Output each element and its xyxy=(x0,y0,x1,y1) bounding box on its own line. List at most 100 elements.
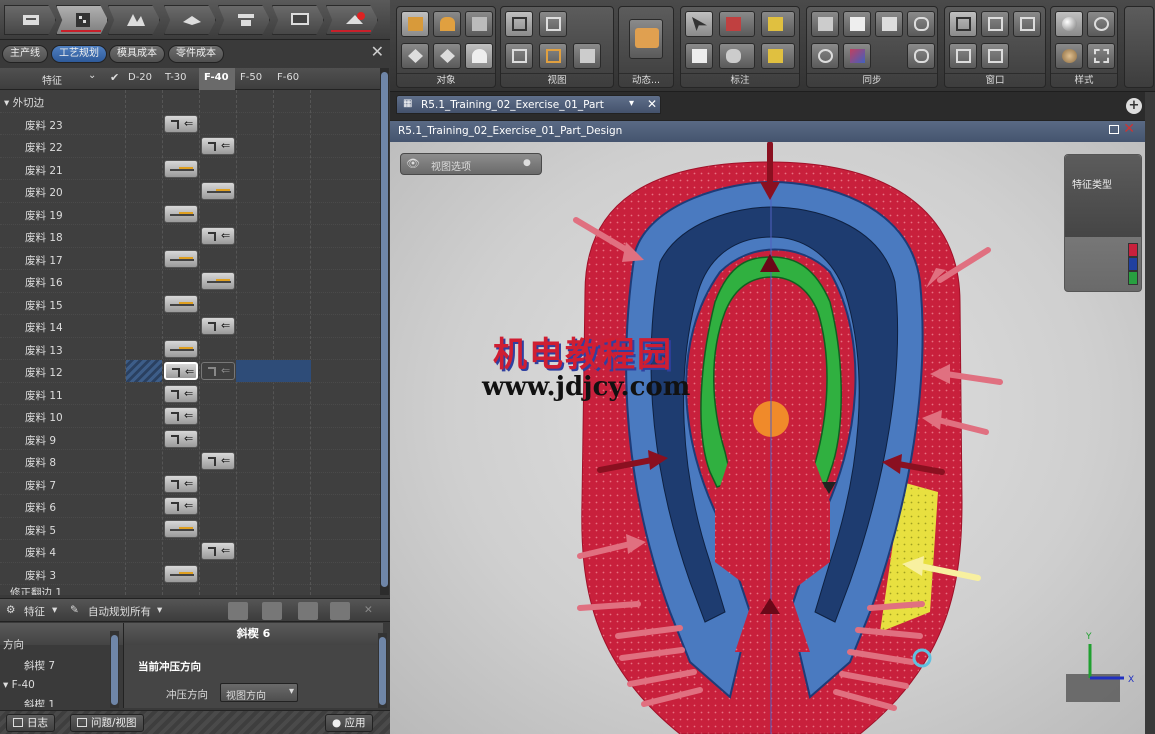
layout-icon[interactable] xyxy=(298,602,318,620)
table-row[interactable]: 废料 10 ⇐ xyxy=(0,405,380,428)
press-direction-select[interactable]: 视图方向 ▾ xyxy=(220,683,298,702)
list-item[interactable]: ▾ F-40 xyxy=(3,679,35,691)
close-icon[interactable]: ✕ xyxy=(647,97,657,111)
sync-color-button[interactable] xyxy=(843,43,871,69)
chevron-down-icon[interactable]: ▾ xyxy=(629,98,634,109)
tab-part-cost[interactable]: 零件成本 xyxy=(168,45,224,63)
flange-step-icon[interactable]: ⇐ xyxy=(164,362,198,380)
view-tree-button[interactable] xyxy=(505,11,533,37)
view-options-bar[interactable]: 👁 视图选项 ● xyxy=(400,153,542,175)
document-tab[interactable]: ▦ R5.1_Training_02_Exercise_01_Part ▾ ✕ xyxy=(396,95,661,114)
table-row[interactable]: 废料 8 ⇐ xyxy=(0,450,380,473)
window-hsplit-button[interactable] xyxy=(949,43,977,69)
direction-scrollbar[interactable] xyxy=(110,631,119,708)
table-row[interactable]: 废料 6 ⇐ xyxy=(0,495,380,518)
flange-step-ghost-icon[interactable]: ⇐ xyxy=(201,362,235,380)
annotate-number-button[interactable] xyxy=(719,43,755,69)
right-dock-bar[interactable] xyxy=(1145,92,1155,734)
table-row[interactable]: 废料 17 xyxy=(0,248,380,270)
col-f60[interactable]: F-60 xyxy=(277,72,299,83)
flange-step-icon[interactable]: ⇐ xyxy=(164,407,198,425)
col-d20[interactable]: D-20 xyxy=(128,72,152,83)
annotate-measure-button[interactable] xyxy=(719,11,755,37)
sync-camera-button[interactable] xyxy=(811,11,839,37)
tab-die-cost[interactable]: 模具成本 xyxy=(109,45,165,63)
view-fit-button[interactable] xyxy=(539,11,567,37)
log-button[interactable]: 日志 xyxy=(6,714,55,732)
col-f40[interactable]: F-40 xyxy=(204,72,229,83)
table-row[interactable]: 废料 4 ⇐ xyxy=(0,540,380,563)
object-die-button[interactable] xyxy=(433,11,461,37)
tab-process-plan[interactable]: 工艺规划 xyxy=(51,45,107,63)
part-nav-button[interactable] xyxy=(4,5,56,35)
window-split-button[interactable] xyxy=(981,11,1009,37)
trim-step-icon[interactable] xyxy=(164,249,198,268)
tab-main-line[interactable]: 主产线 xyxy=(2,45,48,63)
sync-unlink-button[interactable] xyxy=(907,43,935,69)
table-row[interactable]: 废料 20 xyxy=(0,180,380,203)
object-binder-button[interactable] xyxy=(465,11,493,37)
list-item[interactable]: 斜楔 1 xyxy=(24,697,55,707)
ribbon-overflow[interactable] xyxy=(1124,6,1154,88)
window-quad-button[interactable] xyxy=(981,43,1009,69)
trim-step-icon[interactable] xyxy=(164,204,198,223)
window-single-button[interactable] xyxy=(949,11,977,37)
press-nav-button[interactable] xyxy=(218,5,270,35)
apply-button[interactable]: ● 应用 xyxy=(325,714,373,732)
table-row[interactable]: 废料 21 xyxy=(0,158,380,180)
flange-step-icon[interactable]: ⇐ xyxy=(201,542,235,560)
object-part-button[interactable] xyxy=(401,11,429,37)
table-row[interactable]: 废料 15 xyxy=(0,293,380,315)
view-orient-button[interactable] xyxy=(505,43,533,69)
table-row[interactable]: 废料 22 ⇐ xyxy=(0,135,380,158)
forming-nav-button[interactable] xyxy=(108,5,160,35)
detail-scrollbar[interactable] xyxy=(378,633,387,708)
flange-step-icon[interactable]: ⇐ xyxy=(201,227,235,245)
group-row-trim[interactable]: ▾ 外切边 xyxy=(0,90,380,113)
table-row[interactable]: 废料 16 xyxy=(0,270,380,293)
close-icon[interactable]: ✕ xyxy=(1123,121,1135,137)
table-row[interactable]: 废料 13 xyxy=(0,338,380,360)
check-circle-icon[interactable]: ✔ xyxy=(110,71,119,84)
scrollbar-thumb[interactable] xyxy=(379,637,386,705)
style-transparent-button[interactable] xyxy=(1087,43,1115,69)
trim-step-icon[interactable] xyxy=(164,564,198,583)
chevron-down-icon[interactable]: ⌄ xyxy=(88,70,96,81)
object-surface-button[interactable] xyxy=(465,43,493,69)
flange-step-icon[interactable]: ⇐ xyxy=(164,114,198,133)
flange-step-icon[interactable]: ⇐ xyxy=(164,429,198,448)
flange-step-icon[interactable]: ⇐ xyxy=(201,137,235,155)
flange-step-icon[interactable]: ⇐ xyxy=(201,317,235,335)
add-tab-icon[interactable]: + xyxy=(1126,98,1142,114)
maximize-icon[interactable] xyxy=(1109,125,1119,134)
chevron-down-icon[interactable]: ▾ xyxy=(157,604,162,616)
sync-label-button[interactable] xyxy=(843,11,871,37)
list-item[interactable]: 斜楔 7 xyxy=(24,658,55,673)
table-row[interactable]: 废料 19 xyxy=(0,203,380,225)
settings-icon[interactable] xyxy=(228,602,248,620)
style-texture-button[interactable] xyxy=(1055,43,1083,69)
chevron-down-icon[interactable]: ▾ xyxy=(52,604,57,616)
filter-icon[interactable] xyxy=(262,602,282,620)
mesh-nav-button[interactable] xyxy=(326,5,378,35)
gear-icon[interactable]: ⚙ xyxy=(6,604,15,616)
flange-step-icon[interactable]: ⇐ xyxy=(201,452,235,470)
trim-nav-button[interactable] xyxy=(164,5,216,35)
trim-step-icon[interactable] xyxy=(164,519,198,538)
dynamic-section-button[interactable] xyxy=(629,19,663,59)
flange-step-icon[interactable]: ⇐ xyxy=(164,384,198,403)
flange-step-icon[interactable]: ⇐ xyxy=(164,497,198,515)
table-row[interactable]: 废料 23 ⇐ xyxy=(0,113,380,135)
trim-step-icon[interactable] xyxy=(164,339,198,358)
close-icon[interactable]: ✕ xyxy=(371,42,384,61)
3d-viewport[interactable]: Y X xyxy=(390,141,1155,734)
close-icon[interactable]: ✕ xyxy=(364,604,373,616)
annotate-select-button[interactable] xyxy=(685,11,713,37)
sync-link-button[interactable] xyxy=(907,11,935,37)
object-blank-button[interactable] xyxy=(401,43,429,69)
sync-clock-button[interactable] xyxy=(811,43,839,69)
col-f50[interactable]: F-50 xyxy=(240,72,262,83)
window-cascade-button[interactable] xyxy=(1013,11,1041,37)
scrollbar-thumb[interactable] xyxy=(381,72,388,587)
table-row[interactable]: 废料 7 ⇐ xyxy=(0,473,380,495)
